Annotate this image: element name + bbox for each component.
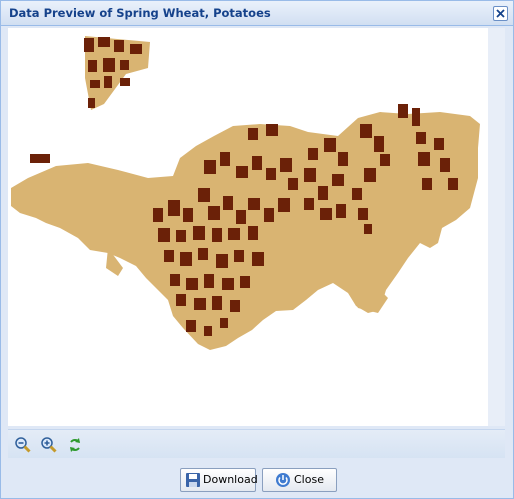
zoom-out-icon[interactable]: [14, 436, 32, 454]
refresh-icon[interactable]: [66, 436, 84, 454]
crop-map-canvas: [11, 36, 480, 350]
close-button[interactable]: Close: [262, 468, 337, 492]
download-button[interactable]: Download: [180, 468, 258, 492]
map-vertical-scrollbar[interactable]: [488, 28, 505, 426]
save-disk-icon: [185, 472, 201, 488]
crop-map: [8, 28, 488, 426]
download-label: Download: [203, 473, 258, 486]
close-label: Close: [294, 473, 324, 486]
window-close-icon[interactable]: [493, 6, 508, 21]
spring-wheat-areas: [11, 36, 480, 350]
map-toolbar: [8, 429, 505, 458]
dialog-title-bar[interactable]: Data Preview of Spring Wheat, Potatoes: [1, 1, 513, 26]
power-icon: [275, 472, 291, 488]
data-preview-dialog: Data Preview of Spring Wheat, Potatoes D…: [0, 0, 514, 499]
map-preview[interactable]: [8, 28, 488, 426]
dialog-title: Data Preview of Spring Wheat, Potatoes: [9, 6, 271, 20]
zoom-in-icon[interactable]: [40, 436, 58, 454]
